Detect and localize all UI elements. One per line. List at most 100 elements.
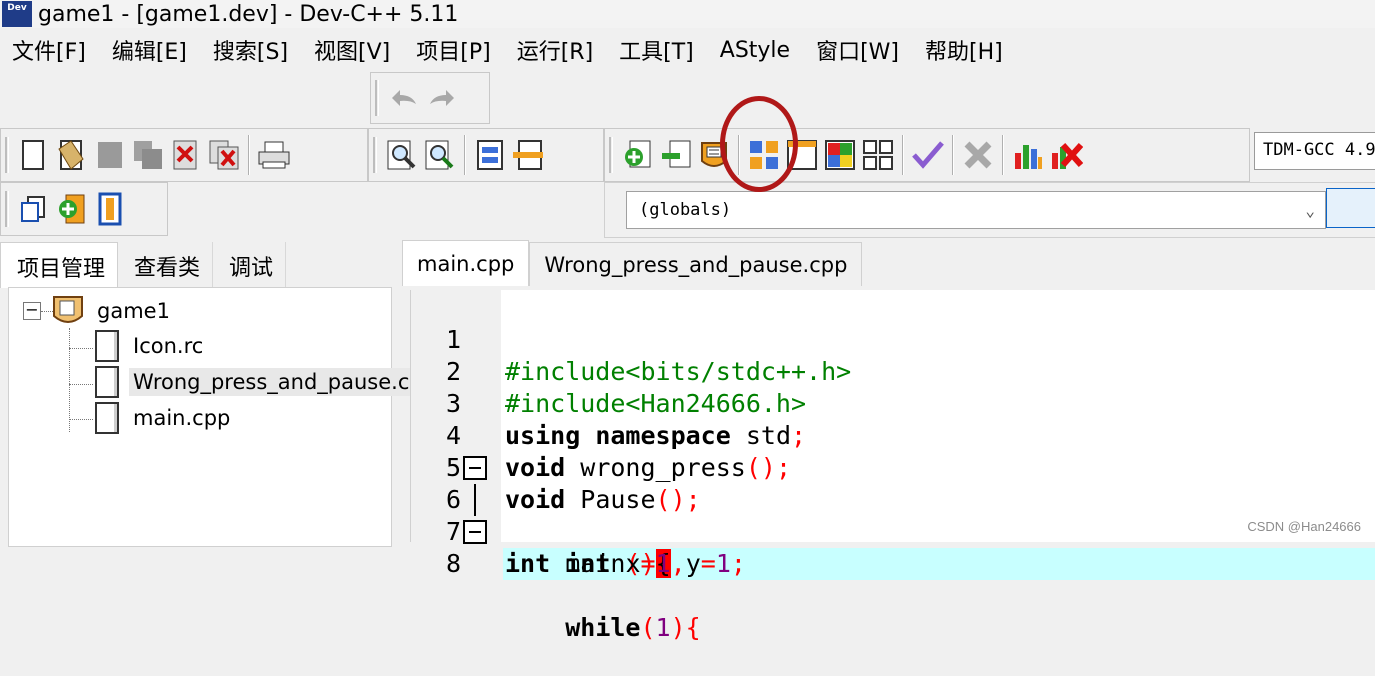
menu-tools[interactable]: 工具[T] [607,34,708,66]
compile-run-icon [825,140,855,170]
rebuild-icon [863,140,893,170]
scope-member-select[interactable] [1326,188,1375,228]
toolbar-grip[interactable] [5,191,9,227]
indent-icon [477,140,503,170]
compiler-select[interactable]: TDM-GCC 4.9.2 64-bit Release [1254,132,1375,170]
project-file-icon [98,192,122,226]
tree-item-file[interactable]: Icon.rc [95,330,207,362]
close-button[interactable] [167,135,205,175]
add-to-project-button[interactable] [619,135,657,175]
menu-view[interactable]: 视图[V] [302,34,404,66]
project-run-toolbar [604,128,1250,182]
menu-search[interactable]: 搜索[S] [201,34,302,66]
profile-button[interactable] [1009,135,1047,175]
close-all-button[interactable] [205,135,243,175]
tree-connector [69,348,93,349]
stop-execution-button[interactable] [959,135,997,175]
menu-astyle[interactable]: AStyle [708,38,804,63]
save-button[interactable] [91,135,129,175]
tree-item-label: main.cpp [133,406,231,430]
tab-debug[interactable]: 调试 [213,242,287,288]
line-number: 8 [445,549,461,578]
watermark: CSDN @Han24666 [1247,519,1361,534]
file-toolbar [0,128,368,182]
menu-edit[interactable]: 编辑[E] [100,34,201,66]
tab-class-browser[interactable]: 查看类 [118,242,214,288]
code-editor[interactable]: 1 #include<bits/stdc++.h> 2 #include<Han… [410,290,1375,642]
tree-connector [69,419,93,420]
tab-project-manager[interactable]: 项目管理 [0,242,119,288]
remove-from-project-button[interactable] [657,135,695,175]
tree-item-file[interactable]: Wrong_press_and_pause.cpp [95,366,441,398]
code-line: 8 while(1){ [411,516,1375,642]
find-button[interactable] [383,135,421,175]
remove-from-project-icon [662,140,691,168]
open-file-icon [58,140,84,170]
tree-item-label: game1 [97,299,170,323]
project-file-button[interactable] [91,189,129,229]
code-line: 7 int x=1,y=1; [411,484,1375,578]
new-file-button[interactable] [15,135,53,175]
tree-item-label: Icon.rc [133,334,204,358]
delete-profile-icon [1052,142,1083,169]
fold-collapse-icon[interactable] [463,456,487,480]
compile-run-button[interactable] [821,135,859,175]
profile-icon [1015,145,1042,169]
toolbar-grip[interactable] [5,137,9,173]
tree-item-label: Wrong_press_and_pause.cpp [129,368,441,396]
code-line: 5 void Pause(); [411,420,1375,514]
toolbar-grip[interactable] [373,137,377,173]
tree-item-project[interactable]: game1 [51,294,174,328]
toolbar-separator [464,135,466,175]
rebuild-button[interactable] [859,135,897,175]
open-file-button[interactable] [53,135,91,175]
code-line: 1 #include<bits/stdc++.h> [411,292,1375,386]
unindent-button[interactable] [509,135,547,175]
new-file-in-project-button[interactable] [53,189,91,229]
menu-project[interactable]: 项目[P] [404,34,504,66]
menu-bar: 文件[F] 编辑[E] 搜索[S] 视图[V] 项目[P] 运行[R] 工具[T… [0,30,1017,70]
new-file-icon [22,140,44,170]
menu-help[interactable]: 帮助[H] [913,34,1017,66]
undo-button[interactable] [385,78,423,118]
replace-icon [425,140,454,170]
menu-window[interactable]: 窗口[W] [804,34,913,66]
tree-item-file[interactable]: main.cpp [95,402,234,434]
tab-main-cpp[interactable]: main.cpp [402,240,530,286]
menu-run[interactable]: 运行[R] [505,34,607,66]
tab-wrong-press-and-pause-cpp[interactable]: Wrong_press_and_pause.cpp [529,242,863,286]
scope-select[interactable]: (globals) ⌄ [626,191,1326,229]
left-panel-tabs: 项目管理 查看类 调试 [0,242,287,288]
code-line: 3 using namespace std; [411,356,1375,450]
save-all-button[interactable] [129,135,167,175]
toolbar-grip[interactable] [609,137,613,173]
scope-select-value: (globals) [639,200,732,220]
find-icon [387,140,416,170]
indent-button[interactable] [471,135,509,175]
code-text: while(1){ [565,613,701,642]
undo-icon [392,90,416,106]
close-all-icon [209,140,239,170]
print-icon [258,141,290,169]
new-file-in-project-icon [59,194,85,224]
toolbar-grip[interactable] [375,80,379,116]
code-text: int x=1,y=1; [565,549,746,578]
menu-file[interactable]: 文件[F] [0,34,100,66]
project-icon [53,296,83,323]
collapse-icon[interactable]: − [23,302,41,320]
save-icon [98,142,122,168]
redo-button[interactable] [423,78,461,118]
file-icon [95,330,119,362]
delete-profile-button[interactable] [1047,135,1085,175]
dev-cpp-app-icon[interactable]: Dev [2,1,32,27]
syntax-check-button[interactable] [909,135,947,175]
toolbar-separator [1002,135,1004,175]
compiler-select-value: TDM-GCC 4.9.2 64-bit Release [1263,140,1375,160]
current-code-line: 6 int main(){ [411,452,1375,580]
new-class-button[interactable] [15,189,53,229]
add-to-project-icon [625,140,651,168]
replace-button[interactable] [421,135,459,175]
fold-collapse-icon[interactable] [463,520,487,544]
tree-connector [69,384,93,385]
print-button[interactable] [255,135,293,175]
